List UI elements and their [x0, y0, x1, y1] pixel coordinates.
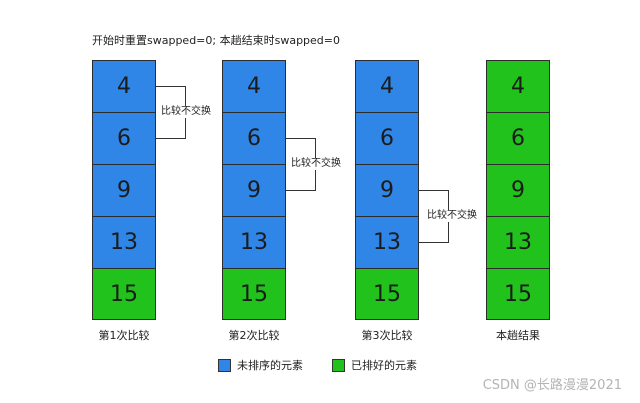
array-cell: 6	[486, 112, 550, 164]
legend-label-unsorted: 未排序的元素	[237, 359, 303, 372]
array-column-2: 4 6 9 13 15	[222, 60, 286, 320]
watermark: CSDN @长路漫漫2021	[482, 378, 622, 393]
comparison-label-2: 比较不交换	[290, 158, 342, 170]
array-cell: 9	[355, 164, 419, 216]
array-cell: 4	[355, 60, 419, 112]
array-cell: 13	[222, 216, 286, 268]
array-column-1: 4 6 9 13 15	[92, 60, 156, 320]
column-label-result: 本趟结果	[496, 329, 540, 342]
array-cell: 6	[355, 112, 419, 164]
array-cell: 13	[92, 216, 156, 268]
array-cell: 13	[355, 216, 419, 268]
array-cell: 6	[222, 112, 286, 164]
comparison-label-1: 比较不交换	[160, 106, 212, 118]
column-label-1: 第1次比较	[98, 329, 150, 342]
array-cell: 15	[92, 268, 156, 320]
array-column-result: 4 6 9 13 15	[486, 60, 550, 320]
array-column-3: 4 6 9 13 15	[355, 60, 419, 320]
legend-label-sorted: 已排好的元素	[351, 359, 417, 372]
column-label-2: 第2次比较	[228, 329, 280, 342]
column-label-3: 第3次比较	[361, 329, 413, 342]
array-cell: 15	[355, 268, 419, 320]
array-cell: 4	[486, 60, 550, 112]
array-cell: 4	[222, 60, 286, 112]
array-cell: 9	[486, 164, 550, 216]
legend-swatch-unsorted	[218, 359, 231, 372]
array-cell: 9	[222, 164, 286, 216]
array-cell: 9	[92, 164, 156, 216]
array-cell: 15	[486, 268, 550, 320]
comparison-label-3: 比较不交换	[426, 210, 478, 222]
array-cell: 6	[92, 112, 156, 164]
legend-swatch-sorted	[332, 359, 345, 372]
array-cell: 4	[92, 60, 156, 112]
array-cell: 13	[486, 216, 550, 268]
array-cell: 15	[222, 268, 286, 320]
top-note: 开始时重置swapped=0; 本趟结束时swapped=0	[92, 34, 340, 47]
